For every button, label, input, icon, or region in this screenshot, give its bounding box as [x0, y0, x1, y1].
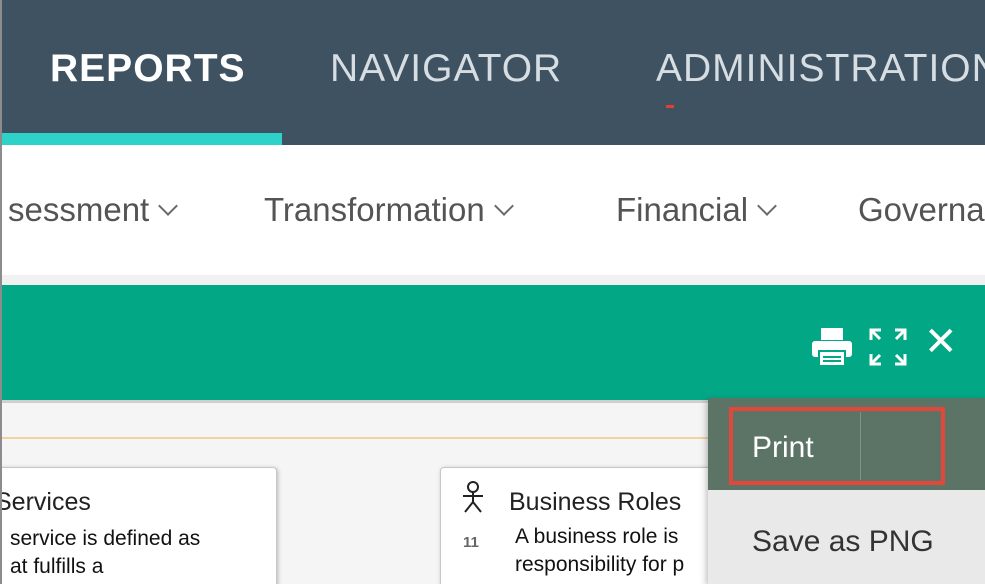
menu-item-print[interactable]: Print [708, 398, 985, 490]
active-tab-indicator [2, 133, 282, 145]
subnav-item-label: Governa [858, 191, 985, 228]
chevron-down-icon [493, 196, 514, 216]
card-description-line: A business role is [515, 525, 679, 548]
card-title: Business Roles [509, 488, 682, 516]
menu-item-save-as-png[interactable]: Save as PNG [752, 525, 934, 559]
tab-navigator[interactable]: NAVIGATOR [330, 47, 562, 91]
highlight-box [729, 407, 945, 485]
card-description-line: at fulfills a [10, 555, 104, 578]
subnav-item-label: Transformation [264, 191, 485, 228]
print-dropdown-menu: Print Save as PNG [708, 398, 985, 584]
card-business-roles[interactable]: Business Roles 11 A business role is res… [440, 467, 742, 584]
subnav-item-financial[interactable]: Financial [616, 191, 777, 229]
card-services[interactable]: Services service is defined as at fulfil… [0, 467, 277, 584]
sub-navigation: sessment Transformation Financial Govern… [2, 145, 985, 276]
subnav-item-label: Financial [616, 191, 749, 228]
card-description-line: service is defined as [10, 527, 201, 550]
tab-reports[interactable]: REPORTS [50, 47, 246, 91]
close-icon[interactable]: ✕ [924, 322, 958, 362]
subnav-item-transformation[interactable]: Transformation [264, 191, 514, 229]
card-description-line: responsibility for p [515, 553, 685, 576]
card-count: 11 [463, 534, 479, 551]
top-navigation: REPORTS NAVIGATOR ADMINISTRATION [2, 0, 985, 145]
subnav-item-governance[interactable]: Governa [858, 191, 985, 229]
tab-administration[interactable]: ADMINISTRATION [656, 47, 985, 91]
print-icon[interactable] [810, 327, 854, 372]
section-divider [2, 275, 985, 285]
subnav-item-assessment[interactable]: sessment [8, 191, 179, 229]
notification-mark [666, 105, 674, 108]
subnav-item-label: sessment [8, 191, 150, 228]
card-title: Services [0, 488, 91, 516]
actor-icon [461, 480, 485, 519]
chevron-down-icon [757, 196, 777, 216]
chevron-down-icon [158, 196, 179, 216]
app-window: REPORTS NAVIGATOR ADMINISTRATION sessmen… [0, 0, 985, 584]
expand-icon[interactable] [868, 327, 908, 372]
